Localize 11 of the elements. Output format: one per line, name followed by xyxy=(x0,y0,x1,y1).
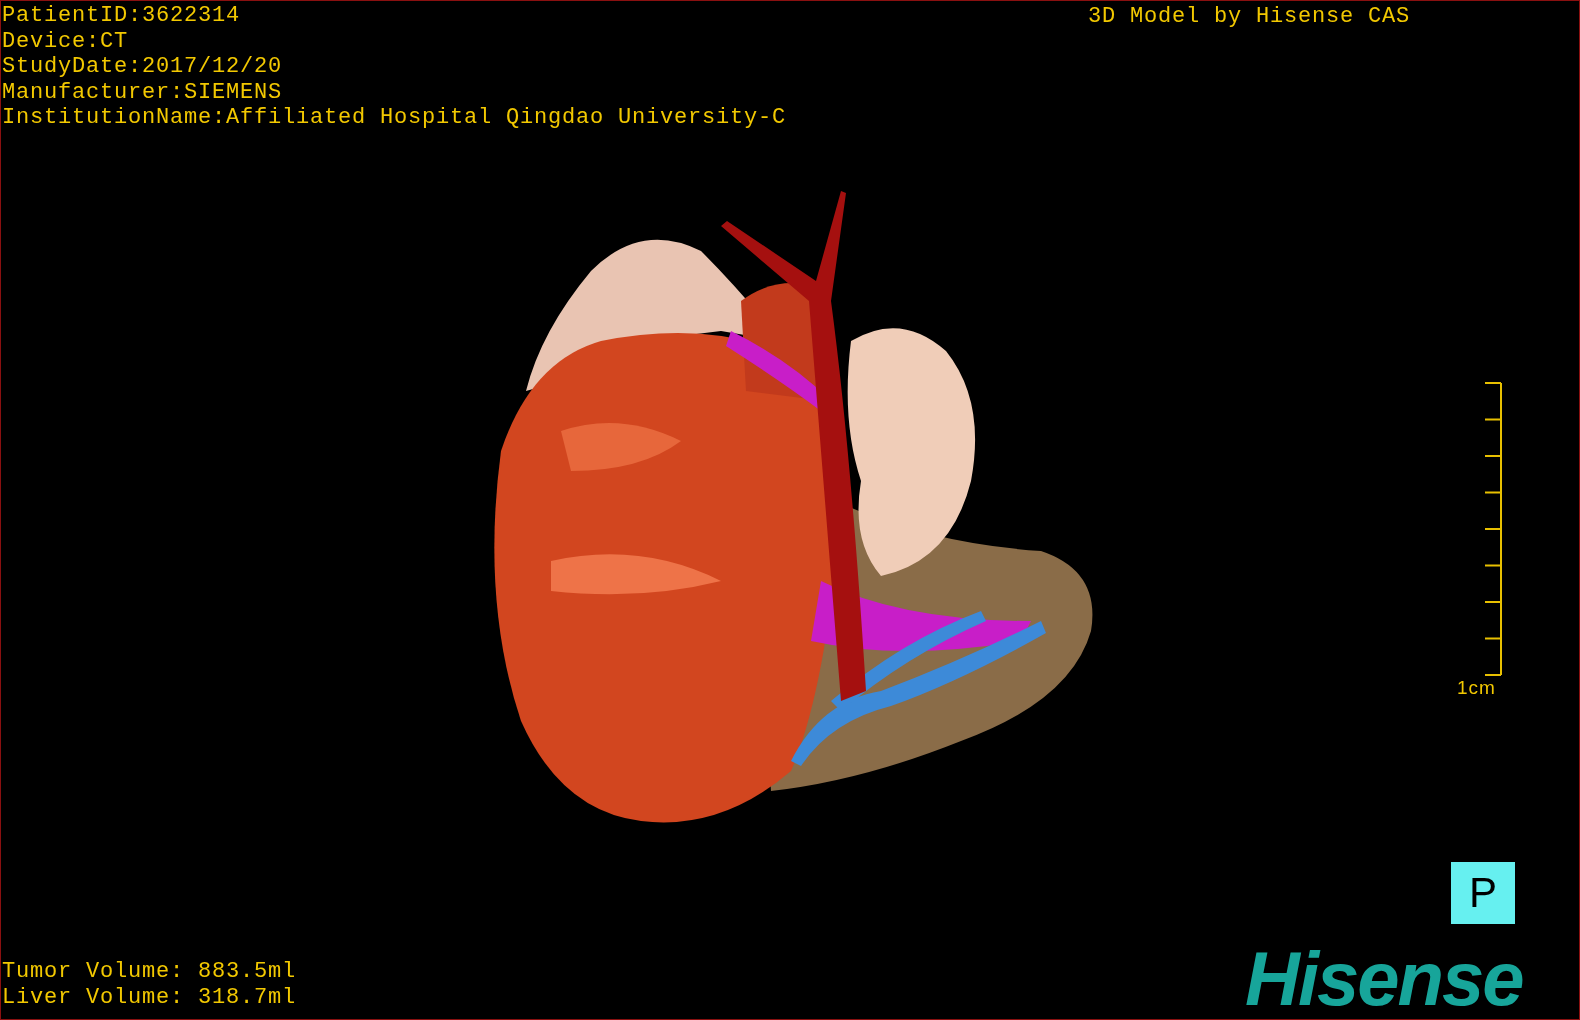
scale-label: 1cm xyxy=(1457,677,1496,699)
study-info-text: PatientID:3622314 xyxy=(2,3,241,29)
orientation-marker: P xyxy=(1451,862,1515,924)
credit-text: 3D Model by Hisense CAS xyxy=(1088,4,1411,30)
study-info-text: StudyDate:2017/12/20 xyxy=(2,54,283,80)
study-info-text: InstitutionName:Affiliated Hospital Qingdao University-C xyxy=(2,105,787,131)
volume-text: Liver Volume: 318.7ml xyxy=(2,984,297,1010)
study-info-text: Device:CT xyxy=(2,28,129,54)
logo-text: Hisense xyxy=(1245,937,1523,1019)
study-info-text: Manufacturer:SIEMENS xyxy=(2,79,283,105)
volume-text: Tumor Volume: 883.5ml xyxy=(2,959,297,985)
